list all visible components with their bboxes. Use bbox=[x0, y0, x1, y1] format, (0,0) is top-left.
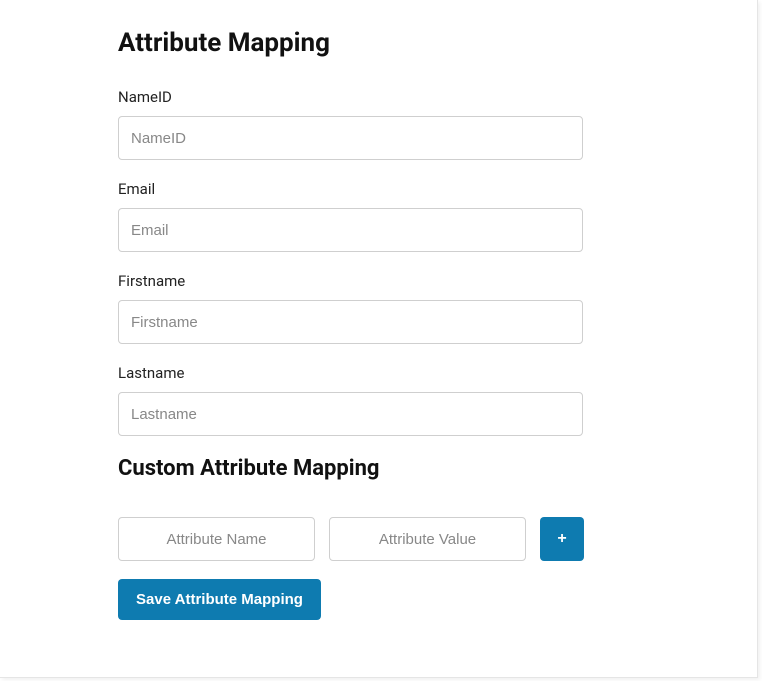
label-firstname: Firstname bbox=[118, 272, 757, 290]
input-nameid[interactable] bbox=[118, 116, 583, 160]
label-email: Email bbox=[118, 180, 757, 198]
page-title: Attribute Mapping bbox=[118, 28, 757, 58]
input-custom-attribute-name[interactable] bbox=[118, 517, 315, 561]
plus-icon: + bbox=[557, 531, 566, 547]
label-lastname: Lastname bbox=[118, 364, 757, 382]
input-custom-attribute-value[interactable] bbox=[329, 517, 526, 561]
input-email[interactable] bbox=[118, 208, 583, 252]
add-custom-attribute-button[interactable]: + bbox=[540, 517, 584, 561]
field-group-lastname: Lastname bbox=[118, 364, 757, 436]
custom-attribute-row: + bbox=[118, 517, 757, 561]
field-group-email: Email bbox=[118, 180, 757, 252]
custom-mapping-title: Custom Attribute Mapping bbox=[118, 456, 757, 481]
input-lastname[interactable] bbox=[118, 392, 583, 436]
field-group-firstname: Firstname bbox=[118, 272, 757, 344]
input-firstname[interactable] bbox=[118, 300, 583, 344]
label-nameid: NameID bbox=[118, 88, 757, 106]
field-group-nameid: NameID bbox=[118, 88, 757, 160]
attribute-mapping-panel: Attribute Mapping NameID Email Firstname… bbox=[0, 0, 758, 678]
save-button[interactable]: Save Attribute Mapping bbox=[118, 579, 321, 620]
